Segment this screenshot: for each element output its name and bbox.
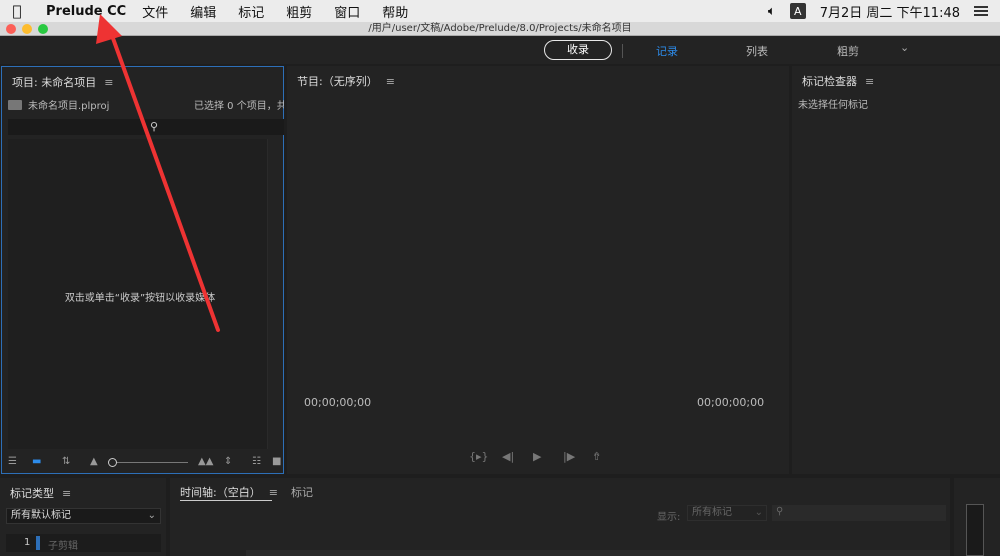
project-toolbar: ☰ ▬ ⇅ ▲ ▲▲ ⇕ ☷ ■ bbox=[2, 451, 283, 473]
new-folder-icon[interactable]: ■ bbox=[272, 456, 281, 467]
step-back-icon[interactable]: ◀| bbox=[502, 450, 514, 463]
timecode-duration: 00;00;00;00 bbox=[697, 396, 765, 409]
project-file-icon bbox=[8, 99, 22, 110]
program-panel-title-text: 节目:（无序列） bbox=[297, 75, 378, 88]
list-view-icon[interactable]: ☰ bbox=[8, 456, 17, 467]
workspace-tab-list[interactable]: 列表 bbox=[746, 43, 768, 59]
sort-icon[interactable]: ⇅ bbox=[62, 456, 70, 467]
workspace-bar: 收录 记录 列表 粗剪 ⌄ bbox=[0, 36, 1000, 64]
marker-set-select[interactable]: 所有默认标记 ⌄ bbox=[6, 508, 161, 524]
menubar-clock[interactable]: 7月2日 周二 下午11:48 bbox=[820, 2, 960, 21]
workspace-more-chevron-icon[interactable]: ⌄ bbox=[900, 41, 909, 54]
marker-type-item[interactable]: 1 子剪辑 bbox=[6, 534, 161, 552]
menu-rough-cut[interactable]: 粗剪 bbox=[286, 2, 312, 21]
project-panel-menu-icon[interactable]: ≡ bbox=[104, 76, 113, 89]
transcode-icon[interactable]: ☷ bbox=[252, 456, 261, 467]
timeline-panel: 时间轴:（空白） ≡ 标记 显示: 所有标记 ⌄ ⚲ bbox=[170, 478, 950, 556]
workspace-divider bbox=[622, 44, 623, 58]
search-icon: ⚲ bbox=[776, 506, 784, 517]
minimize-window-icon[interactable] bbox=[22, 24, 32, 34]
workspace-tab-logging[interactable]: 记录 bbox=[656, 43, 678, 59]
add-marker-icon[interactable]: {▸} bbox=[469, 450, 489, 463]
project-panel-title: 项目: 未命名项目 ≡ bbox=[12, 74, 113, 90]
tab-markers[interactable]: 标记 bbox=[291, 484, 313, 500]
project-file[interactable]: 未命名项目.plproj bbox=[8, 97, 109, 112]
audio-meter bbox=[966, 504, 984, 556]
menu-window[interactable]: 窗口 bbox=[334, 2, 360, 21]
menu-marker[interactable]: 标记 bbox=[238, 2, 264, 21]
active-tab-underline bbox=[180, 500, 272, 501]
marker-inspector-panel: 标记检查器 ≡ 未选择任何标记 bbox=[792, 66, 1000, 474]
selection-info: 已选择 0 个项目，共 bbox=[194, 101, 284, 112]
window-titlebar: /用户/user/文稿/Adobe/Prelude/8.0/Projects/未… bbox=[0, 22, 1000, 36]
close-window-icon[interactable] bbox=[6, 24, 16, 34]
show-filter-value: 所有标记 bbox=[692, 507, 732, 518]
marker-set-value: 所有默认标记 bbox=[11, 510, 71, 521]
ingest-button[interactable]: 收录 bbox=[544, 40, 612, 60]
expand-icon[interactable]: ⇕ bbox=[224, 456, 232, 467]
inspector-panel-title: 标记检查器 ≡ bbox=[802, 73, 874, 89]
project-search-input[interactable]: ⚲ bbox=[8, 119, 284, 135]
workspace-tab-rough-cut[interactable]: 粗剪 bbox=[837, 43, 859, 59]
play-icon[interactable]: ▶ bbox=[533, 450, 541, 463]
zoom-in-icon[interactable]: ▲▲ bbox=[198, 456, 213, 467]
project-file-name: 未命名项目.plproj bbox=[28, 101, 110, 112]
marker-panel-title-text: 标记类型 bbox=[10, 487, 54, 500]
timeline-search-input[interactable]: ⚲ bbox=[772, 505, 946, 521]
timeline-ruler[interactable] bbox=[246, 550, 950, 556]
marker-panel-title: 标记类型 ≡ bbox=[10, 485, 71, 501]
icon-view-icon[interactable]: ▬ bbox=[32, 456, 41, 467]
inspector-panel-title-text: 标记检查器 bbox=[802, 75, 857, 88]
tab-timeline[interactable]: 时间轴:（空白） ≡ bbox=[180, 484, 278, 500]
chevron-down-icon: ⌄ bbox=[754, 507, 763, 518]
chevron-down-icon: ⌄ bbox=[147, 510, 156, 521]
zoom-window-icon[interactable] bbox=[38, 24, 48, 34]
search-icon: ⚲ bbox=[150, 120, 159, 133]
timeline-panel-menu-icon[interactable]: ≡ bbox=[269, 486, 278, 499]
project-panel: 项目: 未命名项目 ≡ 未命名项目.plproj 已选择 0 个项目，共 ⚲ 双击… bbox=[1, 66, 284, 474]
timecode-current[interactable]: 00;00;00;00 bbox=[304, 396, 371, 409]
menu-edit[interactable]: 编辑 bbox=[190, 2, 216, 21]
program-panel-menu-icon[interactable]: ≡ bbox=[386, 75, 395, 88]
marker-panel-menu-icon[interactable]: ≡ bbox=[62, 487, 71, 500]
marker-color-swatch bbox=[36, 536, 40, 550]
marker-label: 子剪辑 bbox=[48, 541, 78, 552]
thumbnail-size-slider-knob[interactable] bbox=[108, 458, 117, 467]
window-title: /用户/user/文稿/Adobe/Prelude/8.0/Projects/未… bbox=[368, 23, 632, 34]
step-forward-icon[interactable]: |▶ bbox=[563, 450, 575, 463]
apple-menu-icon[interactable]:  bbox=[0, 2, 34, 20]
volume-icon[interactable]: 🔈︎ bbox=[768, 4, 776, 19]
inspector-panel-menu-icon[interactable]: ≡ bbox=[865, 75, 874, 88]
mac-menubar:  Prelude CC 文件 编辑 标记 粗剪 窗口 帮助 🔈︎ A 7月2日… bbox=[0, 0, 1000, 22]
zoom-out-icon[interactable]: ▲ bbox=[90, 456, 98, 467]
menu-help[interactable]: 帮助 bbox=[382, 2, 408, 21]
timeline-tab-label: 时间轴:（空白） bbox=[180, 486, 261, 499]
menu-file[interactable]: 文件 bbox=[142, 2, 168, 21]
show-filter-label: 显示: bbox=[657, 512, 681, 523]
notification-center-icon[interactable] bbox=[974, 6, 988, 16]
export-frame-icon[interactable]: ⇮ bbox=[592, 450, 601, 463]
program-panel-title: 节目:（无序列） ≡ bbox=[297, 73, 395, 89]
show-filter-select[interactable]: 所有标记 ⌄ bbox=[687, 505, 767, 521]
audio-meter-panel bbox=[954, 478, 1000, 556]
marker-number: 1 bbox=[24, 537, 31, 548]
project-panel-title-text: 项目: 未命名项目 bbox=[12, 76, 97, 89]
inspector-empty-text: 未选择任何标记 bbox=[798, 100, 868, 111]
app-menu[interactable]: Prelude CC bbox=[46, 4, 126, 19]
marker-type-panel: 标记类型 ≡ 所有默认标记 ⌄ 1 子剪辑 bbox=[0, 478, 166, 556]
project-empty-hint: 双击或单击“收录”按钮以收录媒体 bbox=[64, 293, 216, 304]
input-method-icon[interactable]: A bbox=[789, 3, 806, 19]
thumbnail-size-slider[interactable] bbox=[114, 462, 188, 463]
program-panel: 节目:（无序列） ≡ 00;00;00;00 00;00;00;00 {▸} ◀|… bbox=[287, 66, 789, 474]
